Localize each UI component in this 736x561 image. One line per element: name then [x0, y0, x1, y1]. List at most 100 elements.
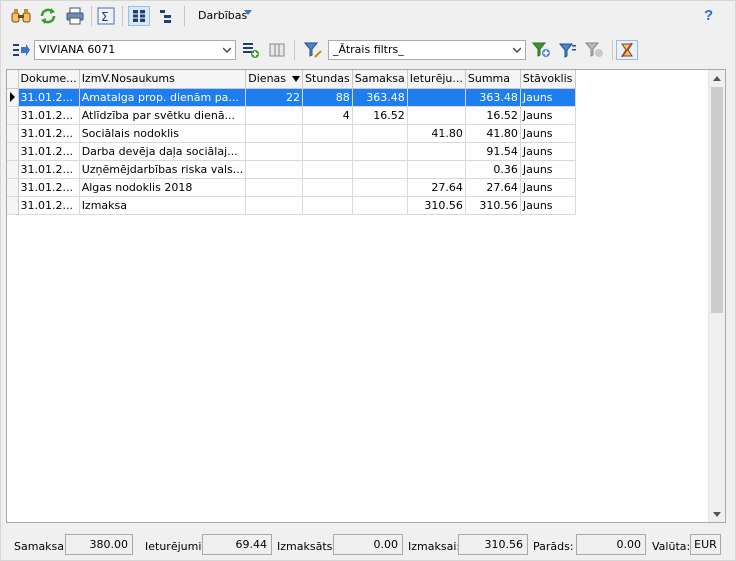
row-indicator[interactable] — [7, 124, 19, 143]
table-cell[interactable] — [302, 178, 353, 197]
sum-icon[interactable]: Σ — [95, 6, 117, 26]
table-cell[interactable]: 31.01.2... — [18, 106, 80, 125]
table-cell[interactable]: Uzņēmējdarbības riska vals... — [79, 160, 247, 179]
table-cell[interactable]: Amatalga prop. dienām pa... — [79, 88, 247, 107]
table-row[interactable]: 31.01.2... Uzņēmējdarbības riska vals... 0… — [7, 160, 576, 179]
table-cell[interactable]: Atlīdzība par svētku dienā... — [79, 106, 247, 125]
print-icon[interactable] — [64, 6, 86, 26]
row-indicator[interactable] — [7, 178, 19, 197]
tree-view-icon[interactable] — [155, 6, 177, 26]
chevron-down-icon[interactable] — [244, 10, 252, 15]
table-cell[interactable]: 4 — [302, 106, 353, 125]
grid-view-icon[interactable] — [128, 6, 150, 26]
table-cell[interactable]: Jauns — [520, 196, 576, 215]
row-indicator[interactable] — [7, 88, 19, 107]
table-cell[interactable]: Jauns — [520, 106, 576, 125]
filter-edit-icon[interactable] — [302, 40, 324, 60]
table-cell[interactable] — [352, 196, 408, 215]
table-cell[interactable] — [407, 106, 466, 125]
table-cell[interactable] — [245, 196, 304, 215]
table-cell[interactable]: 31.01.2... — [18, 142, 80, 161]
table-cell[interactable]: Darba devēja daļa sociālaj... — [79, 142, 247, 161]
column-header-days[interactable]: Dienas — [245, 70, 304, 89]
table-cell[interactable]: 27.64 — [465, 178, 521, 197]
table-cell[interactable]: 0.36 — [465, 160, 521, 179]
table-cell[interactable] — [352, 142, 408, 161]
table-cell[interactable] — [245, 124, 304, 143]
scrollbar-thumb[interactable] — [711, 87, 723, 313]
quick-filter-select[interactable]: _Ātrais filtrs_ — [328, 40, 526, 60]
table-cell[interactable] — [245, 160, 304, 179]
table-row[interactable]: 31.01.2... Sociālais nodoklis 41.80 41.80 Ja… — [7, 124, 576, 143]
column-header-sum[interactable]: Summa — [465, 70, 521, 89]
table-cell[interactable] — [302, 196, 353, 215]
column-header-name[interactable]: IzmV.Nosaukums — [79, 70, 247, 89]
filter-icon[interactable] — [557, 40, 579, 60]
filter-clear-icon[interactable] — [584, 40, 606, 60]
table-cell[interactable]: 91.54 — [465, 142, 521, 161]
chevron-down-icon[interactable] — [223, 47, 231, 53]
table-row[interactable]: 31.01.2... Amatalga prop. dienām pa... 22 8… — [7, 88, 576, 107]
table-cell[interactable]: 27.64 — [407, 178, 466, 197]
table-cell[interactable]: 363.48 — [352, 88, 408, 107]
table-cell[interactable]: 310.56 — [465, 196, 521, 215]
refresh-icon[interactable] — [37, 6, 59, 26]
go-to-employee-icon[interactable] — [10, 40, 32, 60]
row-indicator[interactable] — [7, 196, 19, 215]
table-cell[interactable] — [352, 160, 408, 179]
row-indicator[interactable] — [7, 142, 19, 161]
column-header-status[interactable]: Stāvoklis — [520, 70, 576, 89]
vertical-scrollbar[interactable] — [708, 70, 725, 522]
table-cell[interactable] — [245, 178, 304, 197]
table-row[interactable]: 31.01.2... Izmaksa 310.56 310.56 Jauns — [7, 196, 576, 215]
employee-select[interactable]: VIVIANA 6071 — [34, 40, 236, 60]
table-cell[interactable] — [245, 106, 304, 125]
columns-icon[interactable] — [266, 40, 288, 60]
table-cell[interactable]: 22 — [245, 88, 304, 107]
binoculars-icon[interactable] — [10, 6, 32, 26]
table-row[interactable]: 31.01.2... Darba devēja daļa sociālaj... 9… — [7, 142, 576, 161]
table-cell[interactable] — [407, 88, 466, 107]
table-cell[interactable] — [407, 142, 466, 161]
table-row[interactable]: 31.01.2... Algas nodoklis 2018 27.64 27.64 J… — [7, 178, 576, 197]
table-cell[interactable]: 31.01.2... — [18, 160, 80, 179]
table-cell[interactable]: 31.01.2... — [18, 124, 80, 143]
table-cell[interactable]: 88 — [302, 88, 353, 107]
column-header-deductions[interactable]: Ieturēju... — [407, 70, 466, 89]
table-cell[interactable]: Jauns — [520, 88, 576, 107]
help-icon[interactable]: ? — [704, 7, 713, 24]
sort-clear-icon[interactable] — [616, 40, 638, 60]
table-cell[interactable]: Jauns — [520, 124, 576, 143]
table-cell[interactable]: 31.01.2... — [18, 196, 80, 215]
table-cell[interactable]: Jauns — [520, 160, 576, 179]
table-cell[interactable]: 363.48 — [465, 88, 521, 107]
table-cell[interactable]: 16.52 — [352, 106, 408, 125]
actions-menu[interactable]: Darbības — [198, 9, 247, 22]
column-header-payment[interactable]: Samaksa — [352, 70, 408, 89]
table-row[interactable]: 31.01.2... Atlīdzība par svētku dienā... 4… — [7, 106, 576, 125]
table-cell[interactable]: 31.01.2... — [18, 178, 80, 197]
table-cell[interactable]: 31.01.2... — [18, 88, 80, 107]
table-cell[interactable]: Sociālais nodoklis — [79, 124, 247, 143]
row-indicator[interactable] — [7, 160, 19, 179]
table-cell[interactable]: Izmaksa — [79, 196, 247, 215]
table-cell[interactable] — [302, 124, 353, 143]
table-cell[interactable]: Jauns — [520, 142, 576, 161]
table-cell[interactable] — [407, 160, 466, 179]
table-cell[interactable]: Jauns — [520, 178, 576, 197]
table-cell[interactable] — [302, 142, 353, 161]
chevron-down-icon[interactable] — [513, 47, 521, 53]
table-cell[interactable]: 41.80 — [407, 124, 466, 143]
table-cell[interactable]: 41.80 — [465, 124, 521, 143]
table-cell[interactable] — [352, 178, 408, 197]
table-cell[interactable] — [352, 124, 408, 143]
table-cell[interactable] — [245, 142, 304, 161]
table-cell[interactable]: 310.56 — [407, 196, 466, 215]
column-header-hours[interactable]: Stundas — [302, 70, 353, 89]
add-row-icon[interactable] — [240, 40, 262, 60]
column-header-document[interactable]: Dokume... — [18, 70, 80, 89]
table-cell[interactable]: Algas nodoklis 2018 — [79, 178, 247, 197]
filter-add-icon[interactable] — [531, 40, 553, 60]
table-cell[interactable] — [302, 160, 353, 179]
scroll-down-icon[interactable] — [713, 512, 721, 517]
